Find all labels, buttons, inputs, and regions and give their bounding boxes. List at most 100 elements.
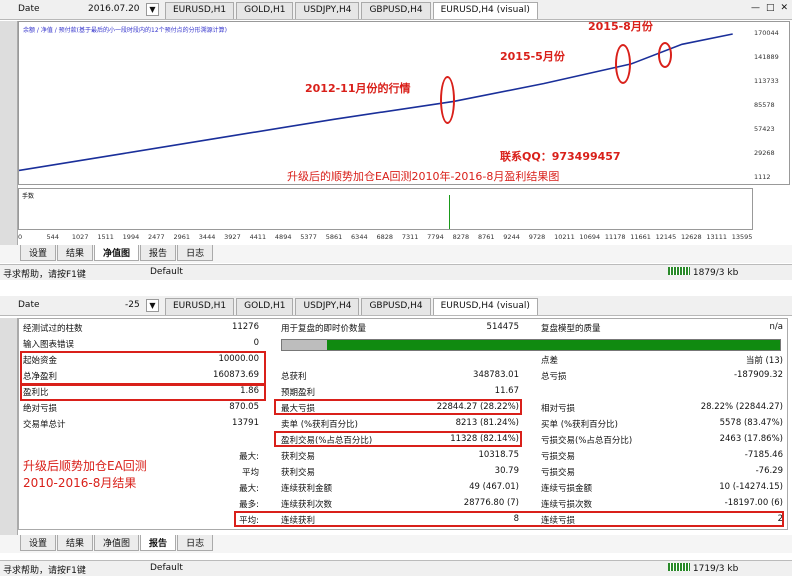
value-spread: 当前 (13) bbox=[745, 356, 783, 366]
chart-tabs: EURUSD,H1 GOLD,H1 USDJPY,H4 GBPUSD,H4 EU… bbox=[165, 2, 540, 19]
date-bar-2: Date -25 ▼ EURUSD,H1 GOLD,H1 USDJPY,H4 G… bbox=[0, 296, 792, 316]
tab-eurusd-h4-visual[interactable]: EURUSD,H4 (visual) bbox=[432, 2, 538, 19]
report-table: 经测试过的柱数 11276 用于复盘的即时价数量 514475 复盘模型的质量 … bbox=[18, 318, 788, 530]
date-value[interactable]: 2016.07.20 bbox=[88, 4, 140, 14]
value-largest-profit: 10318.75 bbox=[478, 450, 519, 460]
label-maximum: 最大: bbox=[239, 484, 259, 494]
x-tick-label: 1994 bbox=[122, 233, 140, 241]
label-chart-errors: 输入图表错误 bbox=[23, 340, 75, 350]
profile-name: Default bbox=[150, 267, 183, 277]
equity-chart: 余额 / 净值 / 预付款(基于最后的小一段时段内的12个预付点的分形溯源计算) bbox=[18, 21, 790, 185]
highlight-max-drawdown bbox=[274, 399, 522, 415]
tab-results-2[interactable]: 结果 bbox=[57, 535, 94, 551]
label-average-loss: 亏损交易 bbox=[541, 468, 576, 478]
label-gross-loss: 总亏损 bbox=[541, 372, 567, 382]
traffic-icon bbox=[668, 267, 690, 275]
x-tick-label: 2477 bbox=[148, 233, 165, 241]
tab-usdjpy-h4[interactable]: USDJPY,H4 bbox=[295, 2, 360, 19]
tab-journal[interactable]: 日志 bbox=[177, 245, 214, 261]
annotation-2015-8: 2015-8月份 bbox=[588, 20, 653, 33]
value-consecutive-wins-money: 49 (467.01) bbox=[469, 482, 519, 492]
x-tick-label: 10211 bbox=[554, 233, 575, 241]
qq-contact: 联系QQ：973499457 bbox=[500, 150, 621, 163]
label-largest-loss: 亏损交易 bbox=[541, 452, 576, 462]
x-tick-label: 13111 bbox=[706, 233, 727, 241]
minimize-icon[interactable]: — bbox=[751, 3, 760, 13]
tab-settings[interactable]: 设置 bbox=[20, 245, 57, 261]
value-total-trades: 13791 bbox=[231, 418, 259, 428]
lots-spike bbox=[449, 195, 450, 229]
value-average-profit: 30.79 bbox=[494, 466, 519, 476]
tab-gold-h1[interactable]: GOLD,H1 bbox=[236, 2, 294, 19]
date-label: Date bbox=[18, 4, 40, 14]
tab-equity-chart[interactable]: 净值图 bbox=[94, 245, 140, 261]
tab-results[interactable]: 结果 bbox=[57, 245, 94, 261]
x-tick-label: 0 bbox=[18, 233, 23, 241]
tab-eurusd-h1[interactable]: EURUSD,H1 bbox=[165, 2, 235, 19]
label-loss-trades: 亏损交易(%占总百分比) bbox=[541, 436, 633, 446]
tab-equity-chart-2[interactable]: 净值图 bbox=[94, 535, 140, 551]
tab-report-2[interactable]: 报告 bbox=[140, 535, 177, 551]
tester-sidebar-2[interactable] bbox=[0, 318, 18, 550]
tester-sidebar[interactable] bbox=[0, 21, 18, 253]
highlight-oval-2015-5 bbox=[615, 44, 631, 84]
label-maximal: 最多: bbox=[239, 500, 259, 510]
tab-gbpusd-h4-2[interactable]: GBPUSD,H4 bbox=[361, 298, 431, 315]
tab-usdjpy-h4-2[interactable]: USDJPY,H4 bbox=[295, 298, 360, 315]
date-value-2[interactable]: -25 bbox=[125, 300, 140, 310]
value-modelling-quality: n/a bbox=[769, 322, 783, 332]
traffic-value-2: 1719/3 kb bbox=[692, 564, 739, 574]
equity-chart-svg bbox=[19, 33, 733, 172]
highlight-oval-2012 bbox=[440, 76, 455, 124]
date-label-2: Date bbox=[18, 300, 40, 310]
label-spread: 点差 bbox=[541, 356, 559, 366]
label-largest-profit: 获利交易 bbox=[281, 452, 316, 462]
report-overlay-subtitle: 2010-2016-8月结果 bbox=[23, 476, 137, 490]
value-absolute-drawdown: 870.05 bbox=[229, 402, 259, 412]
traffic-icon-2 bbox=[668, 563, 690, 571]
date-dropdown-icon[interactable]: ▼ bbox=[146, 3, 159, 16]
y-tick-label: 141889 bbox=[754, 52, 779, 61]
value-relative-drawdown: 28.22% (22844.27) bbox=[700, 402, 783, 412]
label-gross-profit: 总获利 bbox=[281, 372, 307, 382]
label-modelling-quality: 复盘模型的质量 bbox=[541, 324, 601, 334]
x-tick-label: 6344 bbox=[351, 233, 368, 241]
traffic-meter-2: 1719/3 kb bbox=[668, 563, 788, 574]
tab-eurusd-h4-visual-2[interactable]: EURUSD,H4 (visual) bbox=[432, 298, 538, 315]
date-bar: Date 2016.07.20 ▼ EURUSD,H1 GOLD,H1 USDJ… bbox=[0, 0, 792, 20]
tab-gold-h1-2[interactable]: GOLD,H1 bbox=[236, 298, 294, 315]
label-ticks-modelled: 用于复盘的即时价数量 bbox=[281, 324, 367, 334]
status-bar-1: 寻求帮助，请按F1键 Default 1879/3 kb bbox=[0, 264, 792, 280]
label-average: 平均 bbox=[241, 468, 259, 478]
value-gross-loss: -187909.32 bbox=[733, 370, 783, 380]
label-consecutive-wins-money: 连续获利金额 bbox=[281, 484, 333, 494]
x-tick-label: 544 bbox=[46, 233, 59, 241]
tab-gbpusd-h4[interactable]: GBPUSD,H4 bbox=[361, 2, 431, 19]
modelling-quality-bar bbox=[281, 339, 781, 351]
date-dropdown-icon-2[interactable]: ▼ bbox=[146, 299, 159, 312]
x-tick-label: 10694 bbox=[579, 233, 601, 241]
value-consecutive-wins-count: 28776.80 (7) bbox=[463, 498, 519, 508]
modelling-quality-fill bbox=[282, 340, 327, 350]
report-overlay-title: 升级后顺势加仓EA回测 bbox=[23, 459, 147, 473]
highlight-consecutive bbox=[234, 511, 784, 527]
tab-report[interactable]: 报告 bbox=[140, 245, 177, 261]
value-largest-loss: -7185.46 bbox=[744, 450, 783, 460]
x-tick-label: 3927 bbox=[224, 233, 241, 241]
value-short-positions: 8213 (81.24%) bbox=[455, 418, 519, 428]
label-consecutive-losses-count: 连续亏损次数 bbox=[541, 500, 593, 510]
profile-name-2: Default bbox=[150, 563, 183, 573]
highlight-profit-factor bbox=[20, 384, 266, 401]
value-loss-trades: 2463 (17.86%) bbox=[719, 434, 783, 444]
x-tick-label: 12145 bbox=[655, 233, 677, 241]
label-long-positions: 买单 (%获利百分比) bbox=[541, 420, 618, 430]
x-tick-label: 6828 bbox=[376, 233, 394, 241]
x-tick-label: 7794 bbox=[427, 233, 444, 241]
maximize-icon[interactable]: □ bbox=[766, 3, 775, 13]
value-consecutive-losses-count: -18197.00 (6) bbox=[724, 498, 783, 508]
close-icon[interactable]: ✕ bbox=[780, 3, 788, 13]
tab-eurusd-h1-2[interactable]: EURUSD,H1 bbox=[165, 298, 235, 315]
tab-journal-2[interactable]: 日志 bbox=[177, 535, 214, 551]
x-tick-label: 13595 bbox=[731, 233, 753, 241]
tab-settings-2[interactable]: 设置 bbox=[20, 535, 57, 551]
